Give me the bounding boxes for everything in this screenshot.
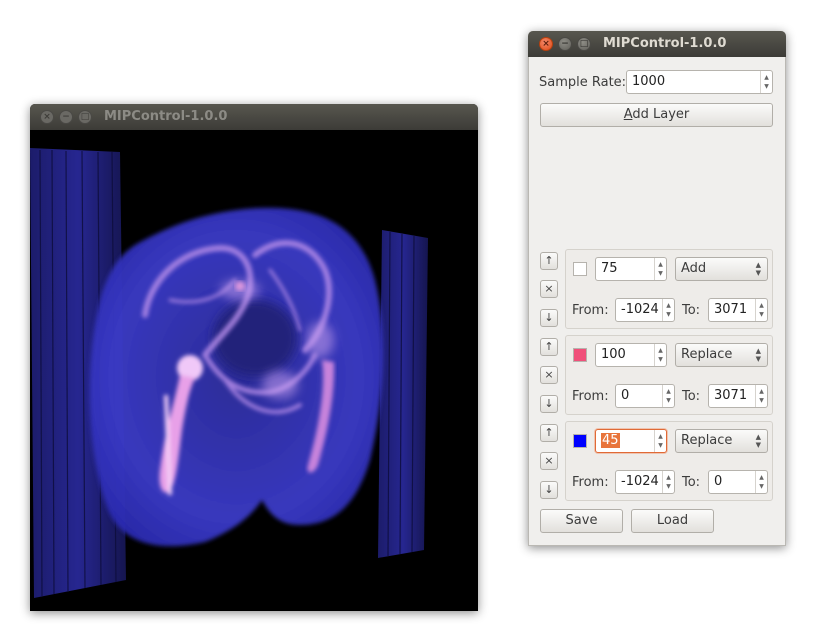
- layer-to-value[interactable]: 0: [714, 474, 722, 489]
- close-icon[interactable]: ×: [539, 37, 553, 51]
- layer-from-spinbox[interactable]: -1024 ▲ ▼: [615, 298, 675, 322]
- spin-down-icon[interactable]: ▼: [666, 396, 671, 405]
- spin-down-icon[interactable]: ▼: [658, 355, 663, 364]
- spin-up-icon[interactable]: ▲: [759, 473, 764, 482]
- remove-icon[interactable]: ×: [540, 366, 558, 384]
- layer-to-spinbox[interactable]: 3071 ▲ ▼: [708, 298, 768, 322]
- load-button[interactable]: Load: [631, 509, 714, 533]
- sample-rate-spinbox[interactable]: 1000 ▲ ▼: [626, 70, 773, 94]
- arrow-up-icon[interactable]: ↑: [540, 424, 558, 442]
- to-label: To:: [682, 303, 701, 318]
- to-label: To:: [682, 389, 701, 404]
- sample-rate-label: Sample Rate:: [539, 75, 627, 90]
- viewer-titlebar[interactable]: × − □ MIPControl-1.0.0: [30, 104, 478, 130]
- layer-mode-value: Add: [681, 261, 707, 276]
- layer-from-value[interactable]: 0: [621, 388, 629, 403]
- save-button[interactable]: Save: [540, 509, 623, 533]
- minimize-icon[interactable]: −: [558, 37, 572, 51]
- spin-up-icon[interactable]: ▲: [658, 260, 663, 269]
- layer-mode-value: Replace: [681, 347, 733, 362]
- control-window: × − □ MIPControl-1.0.0 Sample Rate: 1000…: [528, 31, 786, 546]
- maximize-icon[interactable]: □: [577, 37, 591, 51]
- spin-up-icon[interactable]: ▲: [658, 346, 663, 355]
- spin-down-icon[interactable]: ▼: [759, 310, 764, 319]
- from-label: From:: [572, 475, 609, 490]
- remove-icon[interactable]: ×: [540, 280, 558, 298]
- from-label: From:: [572, 389, 609, 404]
- layer-color-swatch[interactable]: [573, 262, 587, 276]
- spin-down-icon[interactable]: ▼: [764, 82, 769, 91]
- layer-mode-combo[interactable]: Replace ▲ ▼: [675, 429, 768, 453]
- layer-mode-combo[interactable]: Replace ▲ ▼: [675, 343, 768, 367]
- arrow-down-icon[interactable]: ↓: [540, 481, 558, 499]
- layer-from-value[interactable]: -1024: [621, 474, 659, 489]
- spin-up-icon[interactable]: ▲: [759, 301, 764, 310]
- layer-from-spinbox[interactable]: 0 ▲ ▼: [615, 384, 675, 408]
- layer-panel: 45 ▲ ▼ Replace ▲ ▼ From: -1024 ▲ ▼ To: 0 ▲ ▼: [565, 421, 773, 501]
- combo-arrows-icon: ▲ ▼: [755, 347, 761, 363]
- spin-down-icon[interactable]: ▼: [666, 482, 671, 491]
- layer-to-spinbox[interactable]: 0 ▲ ▼: [708, 470, 768, 494]
- layer-panel: 100 ▲ ▼ Replace ▲ ▼ From: 0 ▲ ▼ To: 3071 ▲ ▼: [565, 335, 773, 415]
- layer-to-spinbox[interactable]: 3071 ▲ ▼: [708, 384, 768, 408]
- spin-down-icon[interactable]: ▼: [666, 310, 671, 319]
- spin-up-icon[interactable]: ▲: [759, 387, 764, 396]
- pelvis-mip-image: [30, 148, 428, 598]
- viewer-window: × − □ MIPControl-1.0.0: [30, 104, 478, 611]
- from-label: From:: [572, 303, 609, 318]
- control-titlebar[interactable]: × − □ MIPControl-1.0.0: [528, 31, 786, 57]
- layer-mode-value: Replace: [681, 433, 733, 448]
- spin-down-icon[interactable]: ▼: [759, 396, 764, 405]
- layer-to-value[interactable]: 3071: [714, 302, 747, 317]
- layer-value-spinbox[interactable]: 75 ▲ ▼: [595, 257, 667, 281]
- combo-arrows-icon: ▲ ▼: [755, 261, 761, 277]
- to-label: To:: [682, 475, 701, 490]
- spin-down-icon[interactable]: ▼: [759, 482, 764, 491]
- remove-icon[interactable]: ×: [540, 452, 558, 470]
- arrow-up-icon[interactable]: ↑: [540, 252, 558, 270]
- spin-up-icon[interactable]: ▲: [658, 432, 663, 441]
- layer-value[interactable]: 100: [601, 347, 626, 362]
- layer-color-swatch[interactable]: [573, 434, 587, 448]
- combo-arrows-icon: ▲ ▼: [755, 433, 761, 449]
- mip-render-canvas[interactable]: [30, 130, 478, 611]
- add-layer-label: dd Layer: [632, 107, 690, 122]
- layer-value[interactable]: 75: [601, 261, 618, 276]
- arrow-down-icon[interactable]: ↓: [540, 395, 558, 413]
- layer-value[interactable]: 45: [601, 433, 620, 448]
- spin-up-icon[interactable]: ▲: [666, 473, 671, 482]
- minimize-icon[interactable]: −: [59, 110, 73, 124]
- viewer-window-title: MIPControl-1.0.0: [104, 109, 228, 124]
- spin-down-icon[interactable]: ▼: [658, 269, 663, 278]
- spin-up-icon[interactable]: ▲: [764, 73, 769, 82]
- layer-mode-combo[interactable]: Add ▲ ▼: [675, 257, 768, 281]
- layer-color-swatch[interactable]: [573, 348, 587, 362]
- arrow-up-icon[interactable]: ↑: [540, 338, 558, 356]
- control-window-title: MIPControl-1.0.0: [603, 36, 727, 51]
- layer-panel: 75 ▲ ▼ Add ▲ ▼ From: -1024 ▲ ▼ To: 3071 ▲ ▼: [565, 249, 773, 329]
- layer-from-value[interactable]: -1024: [621, 302, 659, 317]
- maximize-icon[interactable]: □: [78, 110, 92, 124]
- layer-from-spinbox[interactable]: -1024 ▲ ▼: [615, 470, 675, 494]
- arrow-down-icon[interactable]: ↓: [540, 309, 558, 327]
- sample-rate-value[interactable]: 1000: [632, 74, 665, 89]
- add-layer-button[interactable]: Add Layer: [540, 103, 773, 127]
- layer-value-spinbox[interactable]: 100 ▲ ▼: [595, 343, 667, 367]
- spin-up-icon[interactable]: ▲: [666, 301, 671, 310]
- layer-to-value[interactable]: 3071: [714, 388, 747, 403]
- layer-value-spinbox[interactable]: 45 ▲ ▼: [595, 429, 667, 453]
- close-icon[interactable]: ×: [40, 110, 54, 124]
- spin-down-icon[interactable]: ▼: [658, 441, 663, 450]
- spin-up-icon[interactable]: ▲: [666, 387, 671, 396]
